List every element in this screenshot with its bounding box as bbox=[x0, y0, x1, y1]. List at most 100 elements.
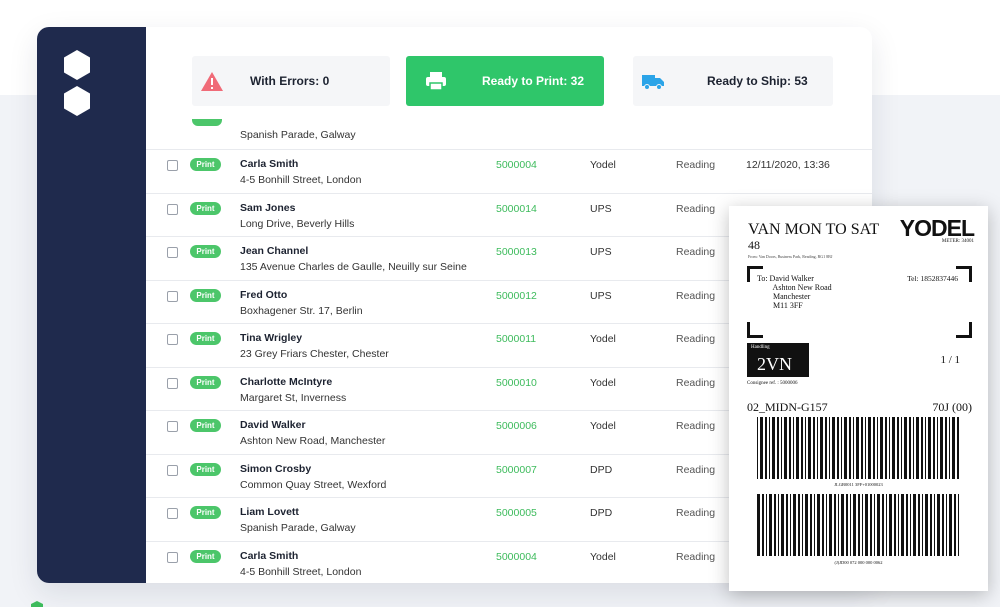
destination: Reading bbox=[676, 507, 716, 519]
customer-name: Sam Jones bbox=[240, 201, 296, 214]
order-id-link[interactable]: 5000010 bbox=[496, 377, 537, 389]
barcode-bar bbox=[865, 494, 868, 556]
barcode-bar bbox=[954, 494, 956, 556]
barcode-bar bbox=[940, 417, 943, 479]
label-brand-logo: YODEL bbox=[899, 215, 975, 241]
row-checkbox[interactable] bbox=[167, 377, 178, 389]
print-pill-partial[interactable] bbox=[192, 119, 222, 126]
order-id-link[interactable]: 5000006 bbox=[496, 420, 537, 432]
barcode-bar bbox=[784, 417, 787, 479]
destination: Reading bbox=[676, 333, 716, 345]
print-button[interactable]: Print bbox=[190, 201, 221, 215]
print-button[interactable]: Print bbox=[190, 375, 221, 389]
customer-name: Liam Lovett bbox=[240, 506, 299, 518]
row-checkbox[interactable] bbox=[167, 551, 178, 563]
customer-name: Carla Smith bbox=[240, 158, 299, 170]
corner-mark bbox=[956, 266, 972, 282]
order-id-link[interactable]: 5000004 bbox=[496, 551, 537, 563]
barcode-bar bbox=[901, 494, 904, 556]
order-id-link[interactable]: 5000012 bbox=[496, 290, 537, 302]
destination: Reading bbox=[676, 550, 716, 563]
destination: Reading bbox=[676, 246, 716, 258]
order-id-link[interactable]: 5000011 bbox=[496, 333, 536, 345]
print-button[interactable]: Print bbox=[190, 332, 221, 345]
customer-address: 135 Avenue Charles de Gaulle, Neuilly su… bbox=[240, 261, 467, 273]
row-checkbox[interactable] bbox=[167, 203, 178, 215]
print-button[interactable]: Print bbox=[190, 245, 221, 258]
row-checkbox[interactable] bbox=[167, 290, 178, 302]
barcode-bar bbox=[849, 417, 851, 479]
barcode-bar bbox=[930, 494, 932, 556]
barcode-bar bbox=[892, 417, 895, 479]
barcode-bar bbox=[922, 494, 923, 556]
barcode-bar bbox=[837, 417, 839, 479]
barcode-bar bbox=[868, 417, 871, 479]
barcode-bar bbox=[760, 417, 763, 479]
barcode-bar bbox=[825, 417, 827, 479]
row-checkbox[interactable] bbox=[167, 421, 178, 432]
row-checkbox[interactable] bbox=[167, 160, 178, 171]
customer-address: Ashton New Road, Manchester bbox=[240, 435, 386, 447]
barcode-bar bbox=[774, 494, 776, 556]
barcode-bar bbox=[897, 417, 899, 479]
label-route: 02_MIDN-G157 bbox=[747, 400, 828, 414]
with-errors-card[interactable]: With Errors: 0 bbox=[192, 56, 390, 106]
barcode-bar bbox=[820, 417, 823, 479]
row-checkbox[interactable] bbox=[167, 247, 178, 258]
table-row[interactable]: Print Carla Smith 4-5 Bonhill Street, Lond… bbox=[146, 149, 872, 193]
print-button[interactable]: Print bbox=[190, 462, 221, 476]
barcode-bar bbox=[945, 417, 947, 479]
carrier: DPD bbox=[590, 463, 613, 476]
barcode-bar bbox=[933, 417, 935, 479]
carrier: Yodel bbox=[590, 159, 616, 171]
label-handling-code: 2VN bbox=[757, 354, 792, 374]
barcode-bar bbox=[858, 494, 860, 556]
barcode-bar bbox=[913, 494, 916, 556]
label-parcel-count: 1 / 1 bbox=[940, 354, 960, 366]
label-handling-box: Handling 2VN bbox=[747, 343, 809, 377]
order-id-link[interactable]: 5000013 bbox=[496, 246, 537, 258]
print-button[interactable]: Print bbox=[190, 419, 221, 432]
barcode-bar bbox=[802, 494, 803, 556]
destination: Reading bbox=[676, 159, 716, 171]
ready-to-ship-label: Ready to Ship: 53 bbox=[707, 74, 808, 88]
barcode-bar bbox=[949, 417, 950, 479]
destination: Reading bbox=[676, 463, 716, 476]
barcode-bar bbox=[834, 494, 836, 556]
order-id-link[interactable]: 5000004 bbox=[496, 159, 537, 171]
barcode-bar bbox=[798, 494, 800, 556]
order-id-link[interactable]: 5000014 bbox=[496, 203, 537, 215]
barcode-bar bbox=[937, 417, 938, 479]
barcode-bar bbox=[889, 417, 890, 479]
barcode-bar bbox=[937, 494, 940, 556]
shipping-label: VAN MON TO SAT 48 From: Van Doors, Busin… bbox=[729, 206, 988, 591]
row-checkbox[interactable] bbox=[167, 464, 178, 476]
print-button[interactable]: Print bbox=[190, 288, 221, 302]
order-time: 12/11/2020, 13:36 bbox=[746, 159, 830, 171]
customer-name: Simon Crosby bbox=[240, 462, 312, 475]
label-tel: Tel: 1852837446 bbox=[907, 274, 958, 283]
barcode-bar bbox=[882, 494, 884, 556]
barcode-bar bbox=[793, 494, 796, 556]
print-button[interactable]: Print bbox=[190, 158, 221, 171]
print-button[interactable]: Print bbox=[190, 506, 221, 519]
order-id-link[interactable]: 5000007 bbox=[496, 464, 537, 476]
barcode-bar bbox=[793, 417, 794, 479]
barcode-icon bbox=[757, 494, 959, 556]
barcode-bar bbox=[841, 494, 844, 556]
barcode-bar bbox=[757, 494, 760, 556]
barcode-bar bbox=[778, 494, 779, 556]
barcode-bar bbox=[889, 494, 892, 556]
order-id-link[interactable]: 5000005 bbox=[496, 507, 537, 519]
barcode-bar bbox=[790, 494, 791, 556]
barcode-bar bbox=[865, 417, 866, 479]
barcode-bar bbox=[885, 417, 887, 479]
ready-to-print-card[interactable]: Ready to Print: 32 bbox=[406, 56, 604, 106]
barcode-text: (J)JD00 072 000 000 0062 bbox=[834, 560, 883, 565]
ready-to-ship-card[interactable]: Ready to Ship: 53 bbox=[633, 56, 833, 106]
with-errors-label: With Errors: 0 bbox=[250, 74, 330, 88]
sidebar bbox=[37, 27, 146, 583]
print-button[interactable]: Print bbox=[190, 549, 221, 563]
row-checkbox[interactable] bbox=[167, 334, 178, 345]
row-checkbox[interactable] bbox=[167, 508, 178, 519]
